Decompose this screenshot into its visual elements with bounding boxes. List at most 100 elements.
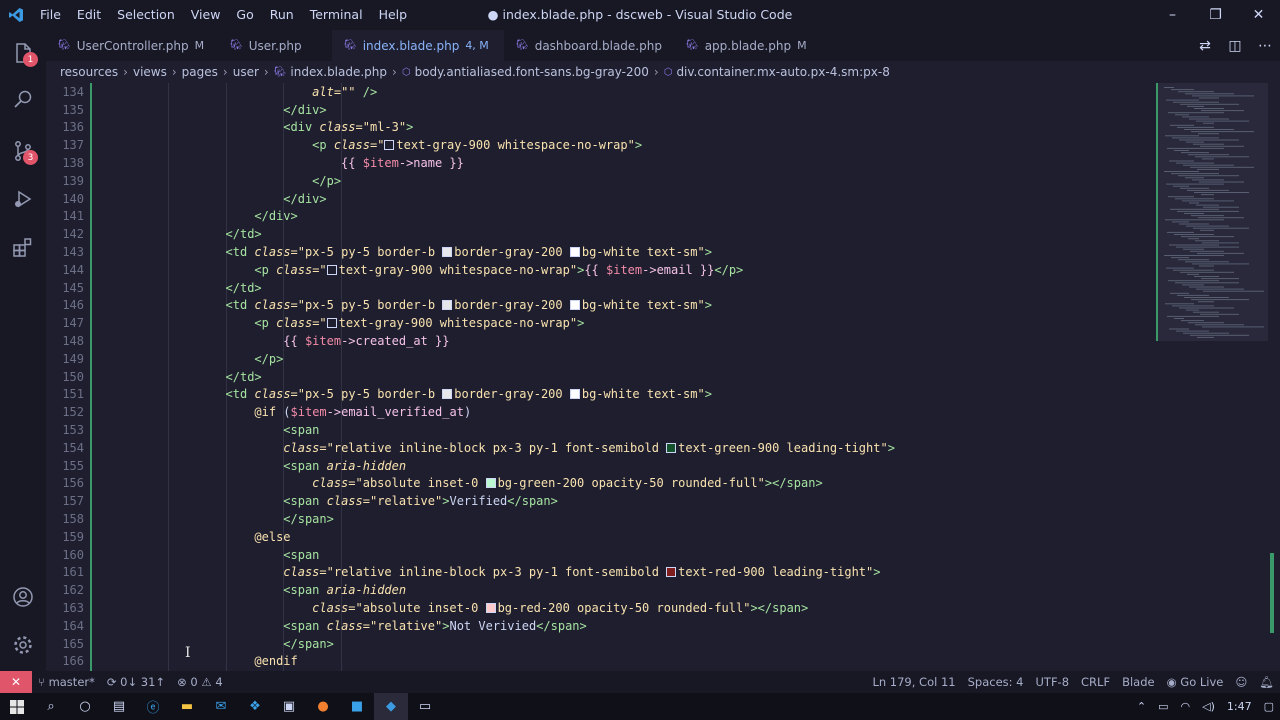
breadcrumb-item[interactable]: resources: [60, 65, 118, 79]
color-swatch[interactable]: [569, 389, 580, 400]
windows-start-icon[interactable]: [0, 693, 34, 720]
menu-view[interactable]: View: [183, 0, 229, 30]
app-window-icon[interactable]: ▣: [272, 693, 306, 720]
color-swatch[interactable]: [485, 478, 496, 489]
git-branch[interactable]: ⑂ master*: [32, 675, 101, 689]
git-sync[interactable]: ⟳ 0↓ 31↑: [101, 675, 171, 689]
color-swatch[interactable]: [569, 247, 580, 257]
minimap-line: [1195, 324, 1244, 326]
color-swatch[interactable]: [442, 389, 453, 400]
menu-go[interactable]: Go: [228, 0, 261, 30]
minimap-line: [1168, 280, 1219, 282]
menu-terminal[interactable]: Terminal: [302, 0, 371, 30]
battery-icon[interactable]: ▭: [1152, 700, 1174, 713]
cortana-icon[interactable]: ○: [68, 693, 102, 720]
go-live[interactable]: ◉ Go Live: [1161, 675, 1230, 689]
problems[interactable]: ⊗ 0 ⚠ 4: [171, 675, 229, 689]
minimap[interactable]: [1156, 83, 1268, 671]
chevron-up-icon[interactable]: ⌃: [1131, 700, 1152, 713]
color-swatch[interactable]: [666, 442, 677, 453]
file-explorer-icon[interactable]: ▬: [170, 693, 204, 720]
color-swatch[interactable]: [384, 140, 395, 151]
tab-status: 4, M: [465, 39, 489, 52]
minimize-button[interactable]: –: [1151, 0, 1194, 30]
task-view-icon[interactable]: ▤: [102, 693, 136, 720]
wifi-icon[interactable]: ◠: [1175, 700, 1197, 713]
menu-run[interactable]: Run: [262, 0, 302, 30]
breadcrumb-item[interactable]: index.blade.php: [290, 65, 387, 79]
remote-indicator-icon[interactable]: ✕: [0, 671, 32, 693]
mail-icon[interactable]: ✉: [204, 693, 238, 720]
open-changes-icon[interactable]: ⇄: [1190, 38, 1220, 54]
color-swatch[interactable]: [326, 318, 337, 329]
vertical-scrollbar[interactable]: [1268, 83, 1280, 671]
tab-dashboard-blade[interactable]: 🐘︎ dashboard.blade.php: [504, 30, 674, 61]
end-of-line[interactable]: CRLF: [1075, 675, 1116, 689]
tab-usercontroller[interactable]: 🐘︎ UserController.php M: [46, 30, 218, 61]
breadcrumb-item[interactable]: views: [133, 65, 167, 79]
minimap-line: [1197, 168, 1219, 170]
code-editor[interactable]: 134 alt="" /> 135 </div> 136 <div class="ml-3…: [46, 83, 1156, 671]
close-button[interactable]: ✕: [1237, 0, 1280, 30]
explorer-button[interactable]: 1: [0, 30, 46, 76]
account-icon: [13, 587, 33, 607]
go-live-label: Go Live: [1180, 675, 1224, 689]
notifications-icon[interactable]: 🔔︎: [1253, 675, 1280, 689]
run-debug-button[interactable]: [0, 176, 46, 222]
zoom-icon[interactable]: ■: [340, 693, 374, 720]
line-code: @else: [254, 529, 290, 547]
volume-icon[interactable]: ◁): [1196, 700, 1221, 713]
minimap-line: [1192, 179, 1224, 181]
more-actions-icon[interactable]: ⋯: [1250, 38, 1280, 54]
search-icon[interactable]: ⌕: [34, 693, 68, 720]
tab-app-blade[interactable]: 🐘︎ app.blade.php M: [674, 30, 814, 61]
language-mode[interactable]: Blade: [1116, 675, 1161, 689]
breadcrumb-item[interactable]: pages: [182, 65, 218, 79]
line-code: </div>: [283, 102, 326, 120]
encoding[interactable]: UTF-8: [1030, 675, 1076, 689]
breadcrumb-item[interactable]: div.container.mx-auto.px-4.sm:px-8: [676, 65, 889, 79]
minimap-line: [1184, 129, 1234, 130]
restore-button[interactable]: ❐: [1194, 0, 1237, 30]
menu-edit[interactable]: Edit: [69, 0, 109, 30]
color-swatch[interactable]: [442, 300, 453, 311]
scrollbar-thumb[interactable]: [1270, 553, 1274, 633]
breadcrumb-item[interactable]: body.antialiased.font-sans.bg-gray-200: [415, 65, 649, 79]
tab-user[interactable]: 🐘︎ User.php: [218, 30, 332, 61]
split-editor-icon[interactable]: ◫: [1220, 38, 1250, 54]
menu-help[interactable]: Help: [371, 0, 416, 30]
source-control-button[interactable]: 3: [0, 128, 46, 174]
clock[interactable]: 1:47: [1221, 700, 1258, 713]
terminal-icon[interactable]: ▭: [408, 693, 442, 720]
color-swatch[interactable]: [442, 247, 453, 257]
color-swatch[interactable]: [666, 567, 677, 578]
menu-selection[interactable]: Selection: [109, 0, 183, 30]
code-token: ="px-5 py-5 border-b: [290, 245, 443, 259]
code-token: bg-white text-sm": [581, 245, 705, 259]
edge-browser-icon[interactable]: ⓔ: [136, 693, 170, 720]
search-button[interactable]: [0, 76, 46, 122]
code-token: class: [254, 387, 291, 402]
minimap-line: [1173, 101, 1219, 103]
breadcrumb-item[interactable]: user: [233, 65, 259, 79]
cursor-position[interactable]: Ln 179, Col 11: [866, 675, 961, 689]
blade-file-icon: 🐘︎: [686, 40, 699, 51]
dropbox-icon[interactable]: ❖: [238, 693, 272, 720]
feedback-icon[interactable]: ☺: [1229, 675, 1253, 689]
extensions-button[interactable]: [0, 224, 46, 270]
manage-button[interactable]: [0, 622, 46, 668]
tab-index-blade[interactable]: 🐘︎ index.blade.php 4, M: [332, 30, 504, 61]
menu-file[interactable]: File: [32, 0, 69, 30]
color-swatch[interactable]: [569, 300, 580, 311]
color-swatch[interactable]: [485, 603, 496, 613]
firefox-icon[interactable]: ●: [306, 693, 340, 720]
vscode-taskbar-icon[interactable]: ◆: [374, 693, 408, 720]
code-token: $item: [362, 156, 399, 170]
line-number: 135: [62, 102, 84, 117]
color-swatch[interactable]: [326, 264, 337, 275]
notifications-center-icon[interactable]: ▢: [1258, 700, 1280, 713]
minimap-line: [1180, 103, 1239, 105]
accounts-button[interactable]: [0, 574, 46, 620]
minimap-line: [1203, 122, 1214, 124]
indentation[interactable]: Spaces: 4: [962, 675, 1030, 689]
